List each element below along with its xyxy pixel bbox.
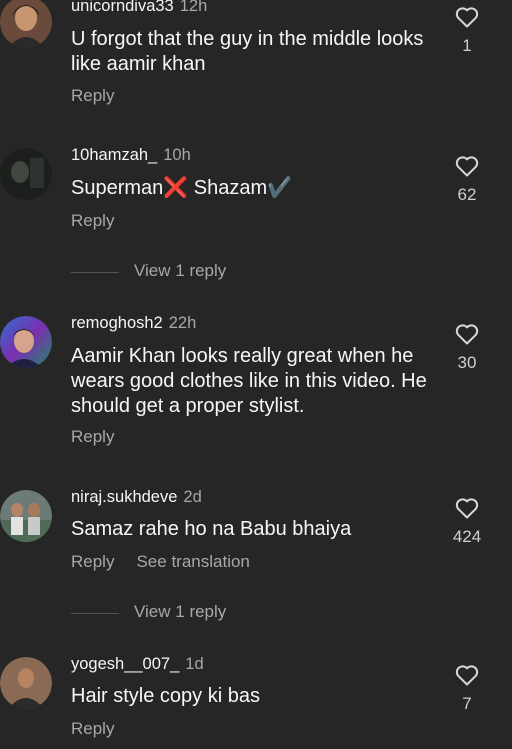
reply-button[interactable]: Reply — [71, 211, 114, 230]
heart-icon[interactable] — [455, 323, 479, 345]
check-mark-emoji-icon: ✔️ — [267, 177, 293, 199]
username-text[interactable]: remoghosh2 — [71, 314, 163, 332]
avatar[interactable] — [0, 490, 52, 542]
heart-icon[interactable] — [455, 6, 479, 28]
like-count: 1 — [462, 36, 472, 55]
comment-actions: Reply — [71, 427, 114, 447]
avatar[interactable] — [0, 148, 52, 200]
heart-icon[interactable] — [455, 497, 479, 519]
username-text[interactable]: niraj.sukhdeve — [71, 488, 177, 506]
divider-line — [71, 272, 119, 273]
avatar[interactable] — [0, 0, 52, 48]
reply-button[interactable]: Reply — [71, 427, 114, 446]
like-button[interactable]: 424 — [443, 497, 491, 547]
username[interactable]: niraj.sukhdeve 2d — [71, 488, 202, 507]
reply-button[interactable]: Reply — [71, 719, 114, 738]
timestamp: 22h — [168, 314, 197, 332]
like-button[interactable]: 62 — [449, 155, 485, 205]
comment-text-part: Superman — [71, 177, 164, 199]
like-button[interactable]: 7 — [449, 664, 485, 714]
reply-button[interactable]: Reply — [71, 552, 114, 571]
like-count: 62 — [457, 185, 477, 204]
heart-icon[interactable] — [455, 664, 479, 686]
comment-text: Aamir Khan looks really great when he we… — [71, 345, 427, 417]
username[interactable]: 10hamzah_ 10h — [71, 146, 191, 165]
like-count: 30 — [457, 353, 477, 372]
comment-actions: Reply — [71, 211, 114, 231]
comment-actions: Reply — [71, 719, 114, 739]
comment-text: Hair style copy ki bas — [71, 685, 260, 707]
username[interactable]: yogesh__007_ 1d — [71, 655, 204, 674]
like-count: 7 — [462, 694, 472, 713]
comment-text-part: Shazam — [188, 177, 268, 199]
reply-button[interactable]: Reply — [71, 86, 114, 105]
timestamp: 2d — [183, 488, 202, 506]
like-count: 424 — [452, 527, 482, 546]
view-replies-button[interactable]: View 1 reply — [71, 261, 291, 285]
avatar[interactable] — [0, 316, 52, 368]
comment-actions: Reply — [71, 86, 114, 106]
comment-text: Superman❌ Shazam✔️ — [71, 176, 441, 201]
username[interactable]: unicorndiva33 12h — [71, 0, 207, 16]
username-text[interactable]: 10hamzah_ — [71, 146, 157, 164]
avatar[interactable] — [0, 657, 52, 709]
view-replies-button[interactable]: View 1 reply — [71, 602, 291, 626]
comment-actions: Reply See translation — [71, 552, 250, 572]
heart-icon[interactable] — [455, 155, 479, 177]
username-text[interactable]: yogesh__007_ — [71, 655, 179, 673]
cross-mark-emoji-icon: ❌ — [163, 177, 189, 199]
like-button[interactable]: 1 — [449, 6, 485, 56]
timestamp: 10h — [163, 146, 191, 164]
like-button[interactable]: 30 — [449, 323, 485, 373]
comment-text: U forgot that the guy in the middle look… — [71, 28, 424, 75]
view-replies-label[interactable]: View 1 reply — [134, 602, 226, 622]
timestamp: 1d — [185, 655, 204, 673]
comment-text: Samaz rahe ho na Babu bhaiya — [71, 518, 352, 540]
divider-line — [71, 613, 119, 614]
see-translation-button[interactable]: See translation — [136, 552, 249, 571]
username[interactable]: remoghosh2 22h — [71, 314, 196, 333]
view-replies-label[interactable]: View 1 reply — [134, 261, 226, 281]
timestamp: 12h — [179, 0, 208, 15]
username-text[interactable]: unicorndiva33 — [71, 0, 174, 15]
